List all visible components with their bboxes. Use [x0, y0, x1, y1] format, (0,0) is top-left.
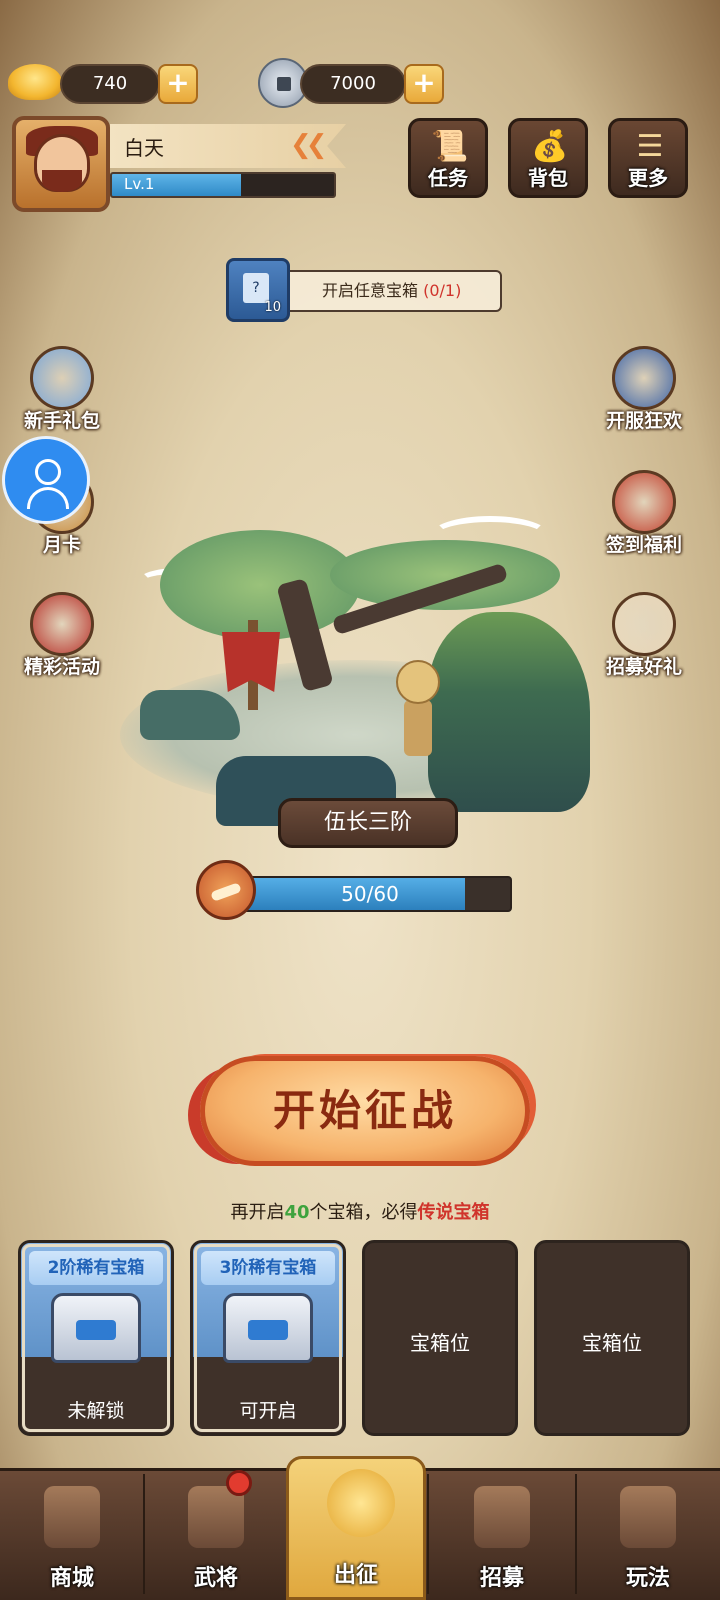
events-icon	[30, 592, 94, 656]
checkin-label: 签到福利	[605, 534, 682, 556]
chest-icon	[51, 1293, 141, 1363]
chest-slot-2[interactable]: 3阶稀有宝箱 可开启	[190, 1240, 346, 1436]
nav-expedition-label: 出征	[333, 1563, 378, 1588]
nav-gameplay-label: 玩法	[625, 1566, 670, 1591]
chest-state: 未解锁	[67, 1400, 125, 1422]
newbie-pack-label: 新手礼包	[23, 410, 100, 432]
silver-amount: 7000	[300, 64, 406, 104]
quest-progress: (0/1)	[423, 281, 462, 300]
hint-middle: 个宝箱，必得	[309, 1202, 418, 1223]
chest-hint: 再开启40个宝箱，必得传说宝箱	[0, 1198, 720, 1224]
expedition-icon	[327, 1469, 395, 1537]
add-gold-button[interactable]: +	[158, 64, 198, 104]
avatar-beard	[42, 170, 82, 192]
server-carnival-label: 开服狂欢	[605, 410, 682, 432]
nav-generals-label: 武将	[193, 1566, 238, 1591]
tree-canopy	[160, 530, 360, 640]
training-dummy-head	[396, 660, 440, 704]
notification-dot	[226, 1470, 252, 1496]
add-silver-button[interactable]: +	[404, 64, 444, 104]
start-battle-button[interactable]: 开始征战	[200, 1056, 530, 1166]
events-label: 精彩活动	[23, 656, 100, 678]
player-avatar[interactable]	[12, 116, 110, 212]
chevron-left-icon: ❮❮	[290, 130, 327, 160]
hint-reward: 传说宝箱	[417, 1202, 490, 1223]
nav-expedition[interactable]: 出征	[286, 1456, 426, 1600]
newbie-pack-button[interactable]: 新手礼包	[20, 346, 104, 432]
recruit-gift-button[interactable]: 招募好礼	[602, 592, 686, 678]
checkin-icon	[612, 470, 676, 534]
mossy-rock	[428, 612, 590, 812]
empty-slot-label: 宝箱位	[582, 1331, 642, 1355]
nav-recruit-label: 招募	[479, 1566, 524, 1591]
chest-title: 2阶稀有宝箱	[29, 1251, 163, 1285]
empty-slot-label: 宝箱位	[410, 1331, 470, 1355]
events-button[interactable]: 精彩活动	[20, 592, 104, 678]
chest-slot-3[interactable]: 宝箱位	[362, 1240, 518, 1436]
gold-ingot-icon	[8, 64, 62, 100]
player-level: Lv.1	[124, 175, 155, 193]
newbie-pack-icon	[30, 346, 94, 410]
nav-gameplay[interactable]: 玩法	[576, 1468, 720, 1600]
quest-text: 开启任意宝箱	[322, 281, 424, 300]
bag-label: 背包	[528, 166, 568, 190]
nav-recruit[interactable]: 招募	[430, 1468, 574, 1600]
player-name: 白天	[124, 136, 164, 160]
nav-shop-label: 商城	[49, 1566, 94, 1591]
task-button[interactable]: 📜 任务	[408, 118, 488, 198]
hint-prefix: 再开启	[230, 1202, 285, 1223]
quest-banner[interactable]: 开启任意宝箱 (0/1)	[262, 270, 502, 312]
monthly-card-label: 月卡	[42, 534, 81, 556]
checkin-button[interactable]: 签到福利	[602, 470, 686, 556]
bag-button[interactable]: 💰 背包	[508, 118, 588, 198]
more-button[interactable]: ☰ 更多	[608, 118, 688, 198]
pavilion-icon	[620, 1486, 676, 1548]
quest-card-icon[interactable]: ? 10	[226, 258, 290, 322]
nav-divider	[427, 1474, 429, 1594]
scroll-icon: 📜	[431, 129, 469, 164]
chest-title: 3阶稀有宝箱	[201, 1251, 335, 1285]
mystery-card-icon: ?	[243, 273, 269, 303]
hint-count: 40	[284, 1202, 310, 1223]
user-body-icon	[27, 487, 69, 509]
more-label: 更多	[628, 166, 668, 190]
nav-generals[interactable]: 武将	[144, 1468, 288, 1600]
recruit-scroll-icon	[474, 1486, 530, 1548]
nav-shop[interactable]: 商城	[0, 1468, 144, 1600]
server-carnival-icon	[612, 346, 676, 410]
task-label: 任务	[428, 166, 468, 190]
stage-name: 伍长三阶	[278, 798, 458, 848]
recruit-gift-label: 招募好礼	[605, 656, 682, 678]
chest-slot-4[interactable]: 宝箱位	[534, 1240, 690, 1436]
quest-card-count: 10	[264, 300, 281, 315]
menu-icon: ☰	[636, 129, 664, 164]
gold-amount: 740	[60, 64, 160, 104]
chest-icon	[223, 1293, 313, 1363]
server-carnival-button[interactable]: 开服狂欢	[602, 346, 686, 432]
chest-slot-1[interactable]: 2阶稀有宝箱 未解锁	[18, 1240, 174, 1436]
reward-pouch-icon[interactable]	[196, 860, 256, 920]
user-floating-button[interactable]	[2, 436, 90, 524]
training-dummy-body	[404, 700, 432, 756]
user-head-icon	[35, 459, 61, 485]
shop-icon	[44, 1486, 100, 1548]
bag-icon: 💰	[531, 129, 569, 164]
chest-state: 可开启	[239, 1400, 297, 1422]
stage-progress-text: 50/60	[341, 882, 399, 906]
recruit-gift-icon	[612, 592, 676, 656]
